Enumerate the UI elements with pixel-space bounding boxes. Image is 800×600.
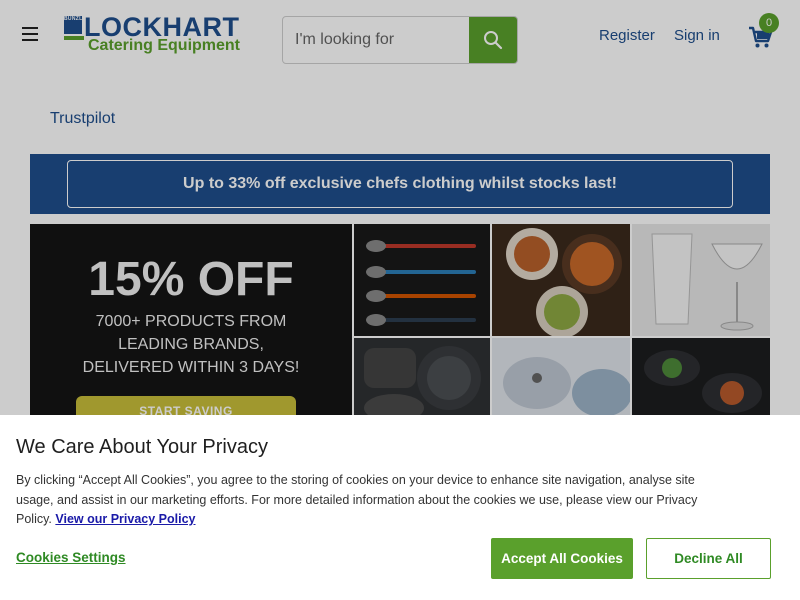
cookie-consent-banner: We Care About Your Privacy By clicking “… — [0, 415, 800, 600]
privacy-title: We Care About Your Privacy — [16, 436, 268, 458]
accept-all-cookies-button[interactable]: Accept All Cookies — [491, 538, 633, 579]
decline-all-button[interactable]: Decline All — [646, 538, 771, 579]
privacy-policy-link[interactable]: View our Privacy Policy — [55, 512, 195, 526]
cookies-settings-button[interactable]: Cookies Settings — [16, 550, 126, 565]
privacy-text: By clicking “Accept All Cookies”, you ag… — [16, 471, 716, 530]
